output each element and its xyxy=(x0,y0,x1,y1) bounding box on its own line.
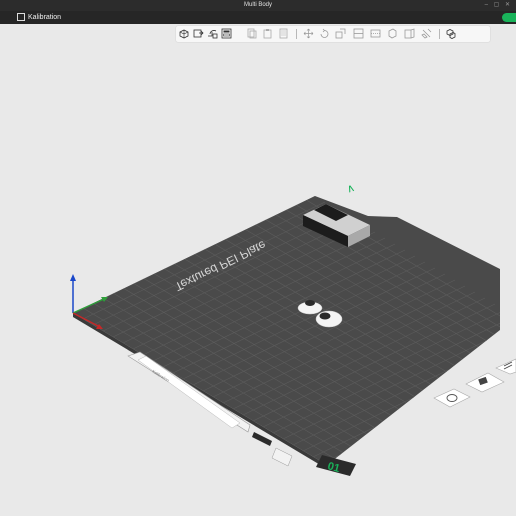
3d-viewport[interactable]: Kalibration 01 Textured PEI Plate ∧ xyxy=(0,0,516,516)
build-plate[interactable] xyxy=(73,196,500,465)
plate-arrange-button[interactable] xyxy=(495,358,516,375)
plate-settings-button[interactable] xyxy=(433,388,471,408)
axis-z-arrow xyxy=(70,274,76,281)
plate-tab-corner xyxy=(271,447,293,467)
plate-corner-marker: ∧ xyxy=(345,181,357,196)
